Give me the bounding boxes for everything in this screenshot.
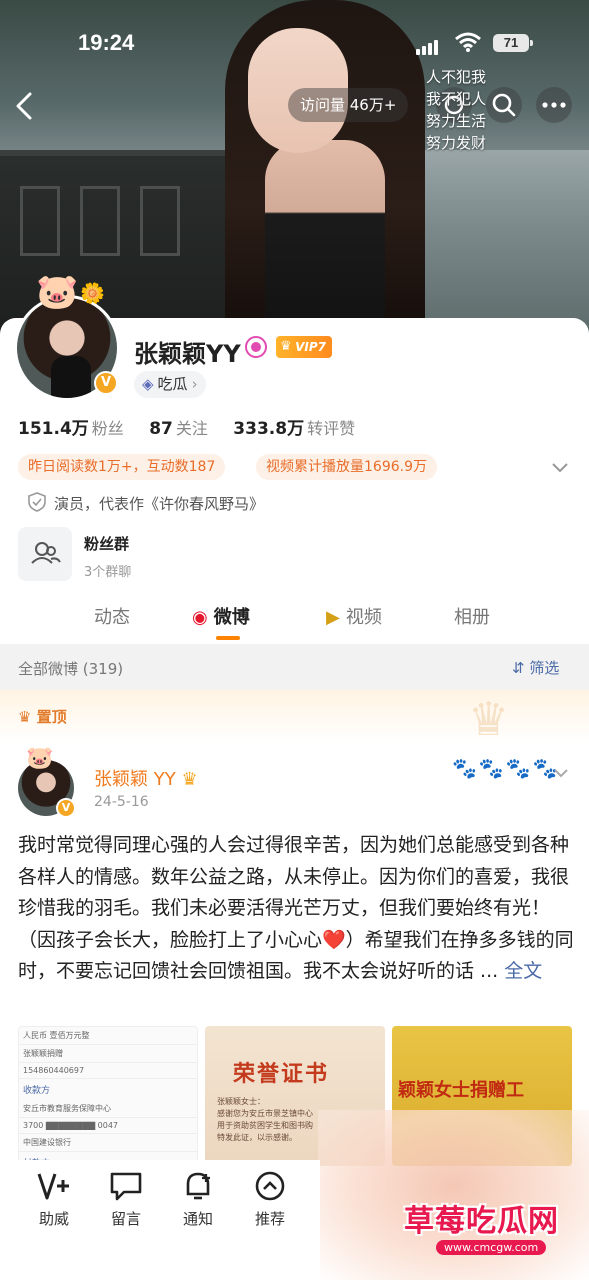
banner-quote: 人不犯我 我不犯人 努力生活 努力发财 bbox=[426, 66, 486, 154]
post-text: 我时常觉得同理心强的人会过得很辛苦，因为她们总能感受到各种各样人的情感。数年公益… bbox=[18, 834, 574, 982]
chevron-down-icon[interactable] bbox=[550, 457, 570, 477]
video-stats-pill[interactable]: 视频累计播放量1696.9万 bbox=[256, 454, 437, 480]
message-button[interactable]: 留言 bbox=[96, 1170, 156, 1229]
profile-avatar-wrap[interactable]: 🐷 🌼 V bbox=[14, 275, 122, 403]
fan-group-icon[interactable] bbox=[18, 527, 72, 581]
cellular-signal-icon bbox=[416, 36, 440, 55]
bio-text: 演员，代表作《许你春风野马》 bbox=[54, 495, 265, 513]
recommend-label: 推荐 bbox=[254, 1210, 285, 1228]
more-button[interactable] bbox=[536, 87, 572, 123]
cheer-button[interactable]: 助威 bbox=[24, 1170, 84, 1229]
fan-group-count: 3个群聊 bbox=[84, 565, 132, 580]
quote-line: 人不犯我 bbox=[426, 68, 487, 86]
tab-album[interactable]: 相册 bbox=[454, 603, 490, 629]
fan-group-title[interactable]: 粉丝群 bbox=[84, 533, 129, 554]
member-icon[interactable] bbox=[245, 336, 267, 358]
visit-count-pill[interactable]: 访问量 46万+ bbox=[288, 88, 409, 122]
bottom-action-bar: 助威 留言 通知 推荐 bbox=[0, 1160, 320, 1280]
profile-bio: 演员，代表作《许你春风野马》 bbox=[28, 492, 264, 514]
flower-decoration-icon: 🌼 bbox=[80, 281, 105, 305]
cheer-icon bbox=[37, 1173, 69, 1200]
chevron-right-icon: › bbox=[191, 375, 198, 393]
profile-name: 张颖颖YY bbox=[134, 340, 241, 368]
read-more-link[interactable]: 全文 bbox=[504, 960, 542, 982]
wifi-icon bbox=[455, 32, 481, 52]
post-image-receipt[interactable]: 人民币 壹佰万元整 张颖颖捐赠 154860440697 收款方 安丘市教育服务… bbox=[18, 1026, 198, 1166]
filter-bar: 全部微博 (319) ⇵ 筛选 bbox=[0, 644, 589, 690]
recommend-button[interactable]: 推荐 bbox=[240, 1170, 300, 1229]
banner-person-body bbox=[265, 140, 385, 345]
filter-icon: ⇵ bbox=[512, 659, 525, 677]
profile-stats: 151.4万 粉丝 87 关注 333.8万 转评赞 bbox=[18, 414, 375, 439]
stat-following[interactable]: 87 关注 bbox=[149, 419, 228, 439]
status-time: 19:24 bbox=[78, 30, 135, 55]
message-label: 留言 bbox=[110, 1210, 141, 1228]
boat-window bbox=[20, 186, 60, 256]
more-dots-icon bbox=[542, 102, 566, 108]
search-icon bbox=[492, 93, 516, 117]
message-icon bbox=[110, 1172, 142, 1201]
stat-followers[interactable]: 151.4万 粉丝 bbox=[18, 419, 144, 439]
weibo-logo-icon: ◉ bbox=[192, 607, 208, 628]
quote-line: 努力生活 bbox=[426, 112, 487, 130]
watermark-url: www.cmcgw.com bbox=[436, 1240, 547, 1255]
pig-decoration-icon: 🐷 bbox=[36, 272, 79, 312]
video-play-icon: ▶ bbox=[326, 607, 340, 628]
quote-line: 努力发财 bbox=[426, 134, 487, 152]
boat-window bbox=[140, 186, 180, 256]
shield-icon bbox=[28, 492, 46, 512]
notify-button[interactable]: 通知 bbox=[168, 1170, 228, 1229]
battery-icon: 71 bbox=[493, 34, 533, 52]
chevron-down-icon[interactable] bbox=[552, 764, 570, 782]
notify-label: 通知 bbox=[182, 1210, 213, 1228]
search-button[interactable] bbox=[486, 87, 522, 123]
post-date: 24-5-16 bbox=[94, 794, 149, 810]
tag-chip-label: 吃瓜 bbox=[157, 375, 188, 393]
verified-badge-icon: V bbox=[56, 798, 76, 818]
all-posts-count: 全部微博 (319) bbox=[18, 660, 124, 678]
active-tab-indicator bbox=[216, 636, 240, 640]
post-body: 我时常觉得同理心强的人会过得很辛苦，因为她们总能感受到各种各样人的情感。数年公益… bbox=[18, 830, 578, 988]
back-arrow-icon[interactable] bbox=[8, 88, 44, 124]
boat-window bbox=[80, 186, 120, 256]
pig-decoration-icon: 🐷 bbox=[26, 746, 54, 771]
crown-decoration-icon: ♛ bbox=[468, 692, 510, 746]
tag-icon: ◈ bbox=[142, 375, 154, 393]
crown-badge-icon: ♛ bbox=[181, 769, 198, 790]
cheer-label: 助威 bbox=[38, 1210, 69, 1228]
cat-paws-decoration-icon: 🐾🐾🐾🐾 bbox=[452, 756, 560, 780]
post-author[interactable]: 张颖颖 YY ♛ bbox=[94, 765, 198, 791]
pinned-header: ♛ 置顶 ♛ bbox=[0, 690, 589, 746]
tab-video[interactable]: ▶ 视频 bbox=[326, 603, 382, 629]
verified-badge-icon: V bbox=[94, 371, 118, 395]
vip-badge[interactable]: VIP7 bbox=[276, 336, 332, 358]
pinned-label: ♛ 置顶 bbox=[18, 708, 67, 726]
tag-chip[interactable]: ◈ 吃瓜 › bbox=[134, 371, 206, 398]
bell-plus-icon bbox=[186, 1172, 210, 1200]
chevron-up-circle-icon bbox=[255, 1171, 285, 1201]
tab-weibo[interactable]: ◉ 微博 bbox=[192, 603, 250, 629]
status-bar: 19:24 71 bbox=[0, 28, 589, 62]
filter-button[interactable]: ⇵ 筛选 bbox=[512, 657, 559, 678]
tab-feed[interactable]: 动态 bbox=[94, 603, 130, 629]
reading-stats-pill[interactable]: 昨日阅读数1万+，互动数187 bbox=[18, 454, 226, 480]
stat-interactions[interactable]: 333.8万 转评赞 bbox=[233, 419, 375, 439]
quote-line: 我不犯人 bbox=[426, 90, 487, 108]
watermark-logo: 草莓吃瓜网 bbox=[404, 1204, 559, 1239]
profile-tabs: 动态 ◉ 微博 ▶ 视频 相册 bbox=[0, 597, 589, 641]
